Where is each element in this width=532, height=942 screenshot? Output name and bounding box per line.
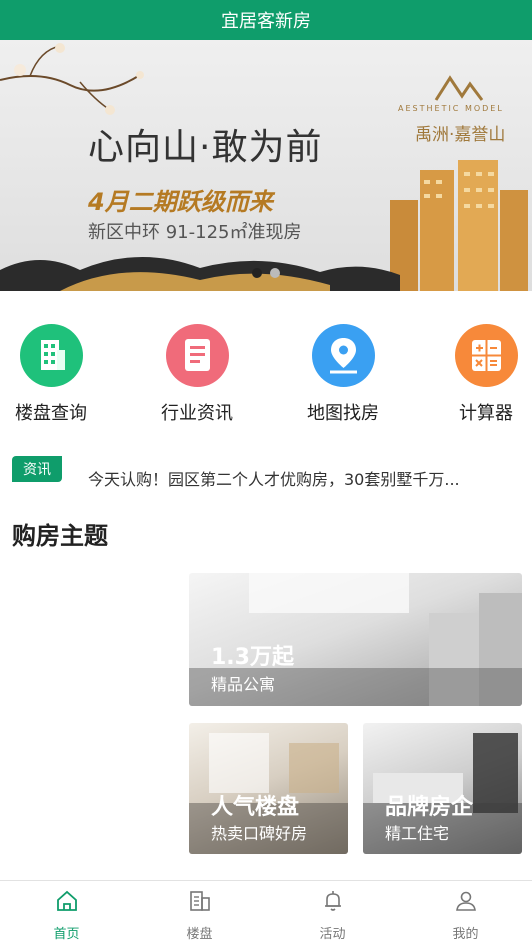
- bottom-nav: 首页 楼盘 活动 我的: [0, 880, 532, 942]
- news-ticker[interactable]: 资讯 今天认购！园区第二个人才优购房，30套别墅千万...: [0, 452, 532, 492]
- brand-logo-icon: [434, 75, 484, 101]
- nav-item-home[interactable]: 首页: [0, 881, 133, 942]
- document-icon: [165, 324, 229, 387]
- nav-label: 活动: [319, 927, 346, 942]
- nav-item-buildings[interactable]: 楼盘: [133, 881, 266, 942]
- banner-slogan: 心向山·敢为前: [88, 127, 323, 168]
- carousel-dot[interactable]: [252, 268, 262, 278]
- nav-label: 我的: [452, 927, 479, 942]
- nav-item-activities[interactable]: 活动: [266, 881, 399, 942]
- brand-english-name: AESTHETIC MODEL: [398, 104, 504, 113]
- quick-item-calculator[interactable]: 计算器: [426, 316, 532, 425]
- banner-phase: 4月二期跃级而来: [88, 188, 273, 216]
- theme-card-subtitle: 精品公寓: [211, 675, 276, 694]
- quick-item-label: 地图找房: [307, 403, 379, 424]
- building-list-icon: [189, 891, 210, 911]
- quick-item-label: 计算器: [459, 403, 513, 424]
- theme-card-popular[interactable]: 人气楼盘 热卖口碑好房: [189, 723, 348, 854]
- calculator-icon: [454, 324, 518, 387]
- carousel-indicator[interactable]: [0, 268, 532, 278]
- theme-card-title: 品牌房企: [385, 795, 474, 820]
- carousel-dot[interactable]: [270, 268, 280, 278]
- nav-item-profile[interactable]: 我的: [399, 881, 532, 942]
- page-title: 宜居客新房: [221, 11, 311, 32]
- home-icon: [56, 890, 77, 911]
- theme-card-brand[interactable]: 品牌房企 精工住宅: [363, 723, 522, 854]
- theme-card-subtitle: 热卖口碑好房: [211, 824, 308, 843]
- user-icon: [455, 891, 476, 911]
- quick-item-industry-news[interactable]: 行业资讯: [137, 316, 257, 425]
- building-icon: [19, 324, 83, 387]
- quick-item-label: 楼盘查询: [15, 403, 87, 424]
- theme-card-title: 人气楼盘: [211, 795, 300, 820]
- quick-item-building-search[interactable]: 楼盘查询: [0, 316, 111, 425]
- promo-banner[interactable]: AESTHETIC MODEL 禹洲·嘉誉山 心向山·敢为前 4月二期跃级而来 …: [0, 40, 532, 291]
- bell-icon: [324, 891, 341, 911]
- theme-card-title: 1.3万起: [211, 645, 294, 670]
- news-headline[interactable]: 今天认购！园区第二个人才优购房，30套别墅千万...: [88, 466, 514, 490]
- nav-label: 首页: [53, 927, 80, 942]
- section-title: 购房主题: [12, 522, 108, 550]
- quick-menu: 楼盘查询 行业资讯 地图找房 计算器: [0, 316, 532, 426]
- nav-label: 楼盘: [186, 927, 213, 942]
- mountain-illustration: [0, 256, 400, 291]
- news-tag: 资讯: [12, 456, 62, 482]
- map-pin-icon: [311, 324, 375, 387]
- quick-item-label: 行业资讯: [161, 403, 233, 424]
- quick-item-map-search[interactable]: 地图找房: [283, 316, 403, 425]
- theme-card-apartment[interactable]: 1.3万起 精品公寓: [189, 573, 522, 706]
- brand-chinese-name: 禹洲·嘉誉山: [415, 125, 506, 145]
- app-header: 宜居客新房: [0, 0, 532, 40]
- theme-card-subtitle: 精工住宅: [385, 824, 450, 843]
